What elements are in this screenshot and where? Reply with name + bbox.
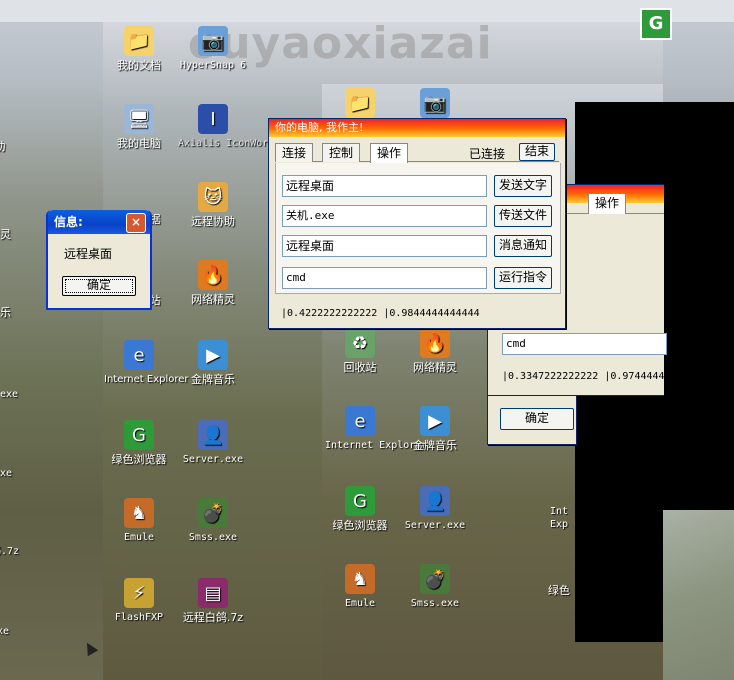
computer-icon: 🖥 — [124, 104, 154, 134]
green-browser-icon[interactable]: G — [640, 8, 672, 40]
tab-divider — [275, 161, 559, 162]
partial-label: .exe — [0, 468, 13, 479]
partial-label: 音乐 — [0, 306, 11, 319]
tab-operate-back[interactable]: 操作 — [588, 193, 627, 214]
partial-label: Exp — [550, 519, 569, 530]
operate-panel: 远程桌面 发送文字 关机.exe 传送文件 远程桌面 消息通知 cmd 运行指令 — [275, 163, 561, 294]
ok-button[interactable]: 确定 — [62, 276, 136, 296]
recycle-icon: ♻ — [345, 328, 375, 358]
green-browser-icon: G — [345, 486, 375, 516]
icon-hypersnap[interactable]: 📷 HyperSnap 6 — [178, 26, 248, 72]
green-browser-icon: G — [124, 420, 154, 450]
ie-icon: e — [124, 340, 154, 370]
icon-server[interactable]: 👤 Server.exe — [178, 420, 248, 466]
icon-ie[interactable]: e Internet Explorer — [104, 340, 189, 386]
status-text: |0.4222222222222 |0.9844444444444 — [281, 308, 480, 319]
emule-icon: ♞ — [124, 498, 154, 528]
partial-label: Int — [550, 506, 569, 517]
icon-rar[interactable]: ▤ 远程白鸽.7z — [178, 578, 248, 624]
camera-icon: 📷 — [198, 26, 228, 56]
main-window-titlebar: 你的电脑, 我作主! — [269, 119, 565, 137]
user-icon: 👤 — [420, 486, 450, 516]
back-command-field[interactable]: cmd — [502, 333, 667, 355]
back-status-text: |0.3347222222222 |0.974444444 — [502, 371, 677, 382]
icon-server-nested[interactable]: 👤 Server.exe — [400, 486, 470, 532]
icon-music[interactable]: ▶ 金牌音乐 — [178, 340, 248, 386]
text-input-field[interactable]: 远程桌面 — [282, 175, 487, 197]
close-icon[interactable]: × — [126, 213, 146, 233]
icon-flashfxp[interactable]: ⚡ FlashFXP — [104, 578, 174, 624]
run-command-button[interactable]: 运行指令 — [494, 267, 552, 289]
back-dialog-footer: 确定 — [487, 395, 577, 445]
main-window: 你的电脑, 我作主! 连接 控制 操作 已连接 结束 远程桌面 发送文字 关机.… — [268, 118, 566, 329]
ie-icon: e — [345, 406, 375, 436]
photo-fragment — [663, 510, 734, 680]
partial-label: 绿色 — [548, 584, 570, 597]
icon-my-docs[interactable]: 📁 我的文档 — [104, 26, 174, 72]
send-file-button[interactable]: 传送文件 — [494, 205, 552, 227]
icon-remote-help[interactable]: 🐱 远程协助 — [178, 182, 248, 228]
icon-emule-nested[interactable]: ♞ Emule — [325, 564, 395, 610]
icon-recycle[interactable]: ♻ 回收站 — [325, 328, 395, 374]
emule-icon: ♞ — [345, 564, 375, 594]
cat-icon: 🐱 — [198, 182, 228, 212]
tab-control[interactable]: 控制 — [322, 143, 361, 162]
partial-label: 鸽.7z — [0, 546, 20, 557]
tab-operate[interactable]: 操作 — [370, 143, 409, 164]
icon-netsprite-nested[interactable]: 🔥 网络精灵 — [400, 328, 470, 374]
partial-label: 助 — [0, 140, 20, 153]
music-icon: ▶ — [420, 406, 450, 436]
end-button[interactable]: 结束 — [519, 143, 555, 161]
icon-smss-nested[interactable]: 💣 Smss.exe — [400, 564, 470, 610]
folder-icon: 📁 — [345, 88, 375, 118]
icon-netsprite[interactable]: 🔥 网络精灵 — [178, 260, 248, 306]
tab-bar: 连接 控制 操作 已连接 结束 — [269, 137, 565, 164]
back-ok-button[interactable]: 确定 — [500, 408, 574, 430]
file-path-field[interactable]: 关机.exe — [282, 205, 487, 227]
message-field[interactable]: 远程桌面 — [282, 235, 487, 257]
message-text: 远程桌面 — [64, 247, 113, 261]
fire-icon: 🔥 — [420, 328, 450, 358]
icon-emule[interactable]: ♞ Emule — [104, 498, 174, 544]
music-icon: ▶ — [198, 340, 228, 370]
icon-hypersnap-nested[interactable]: 📷 — [400, 88, 470, 121]
archive-icon: ▤ — [198, 578, 228, 608]
message-box: 信息: × 远程桌面 确定 — [46, 210, 152, 310]
icon-axialis[interactable]: I Axialis IconWork... — [178, 104, 292, 150]
folder-icon: 📁 — [124, 26, 154, 56]
partial-label: .exe — [0, 389, 19, 400]
connection-status: 已连接 — [469, 147, 506, 161]
icon-music-nested[interactable]: ▶ 金牌音乐 — [400, 406, 470, 452]
cursor-icon: I — [198, 104, 228, 134]
fire-icon: 🔥 — [198, 260, 228, 290]
icon-smss[interactable]: 💣 Smss.exe — [178, 498, 248, 544]
icon-ie-nested[interactable]: e Internet Explorer — [325, 406, 427, 452]
flashfxp-icon: ⚡ — [124, 578, 154, 608]
icon-green-browser[interactable]: G 绿色浏览器 — [104, 420, 174, 466]
partial-label: 精灵 — [0, 228, 11, 241]
icon-my-docs-nested[interactable]: 📁 — [325, 88, 395, 121]
icon-my-computer[interactable]: 🖥 我的电脑 — [104, 104, 174, 150]
grenade-icon: 💣 — [198, 498, 228, 528]
camera-icon: 📷 — [420, 88, 450, 118]
notify-button[interactable]: 消息通知 — [494, 235, 552, 257]
user-icon: 👤 — [198, 420, 228, 450]
grenade-icon: 💣 — [420, 564, 450, 594]
command-field[interactable]: cmd — [282, 267, 487, 289]
icon-green-browser-nested[interactable]: G 绿色浏览器 — [325, 486, 395, 532]
partial-label: exe — [0, 626, 10, 637]
tab-connect[interactable]: 连接 — [275, 143, 314, 162]
send-text-button[interactable]: 发送文字 — [494, 175, 552, 197]
